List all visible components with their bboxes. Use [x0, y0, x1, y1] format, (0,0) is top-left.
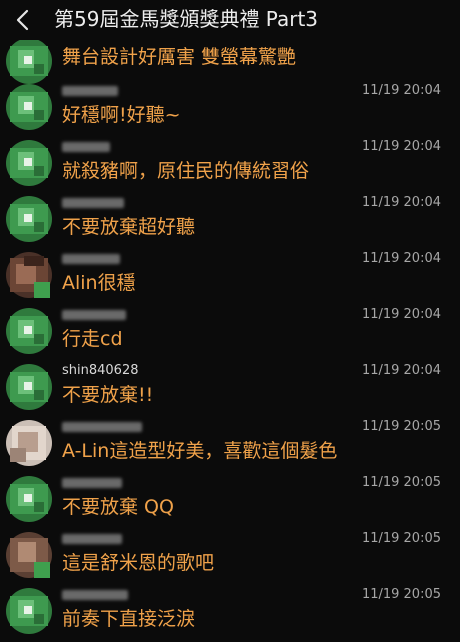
- message-item[interactable]: 11/19 20:04 好穩啊!好聽~: [0, 82, 460, 138]
- message-text: 就殺豬啊，原住民的傳統習俗: [62, 160, 310, 182]
- message-item[interactable]: 11/19 20:05 這是舒米恩的歌吧: [0, 530, 460, 586]
- chevron-left-icon: [16, 9, 29, 31]
- message-item[interactable]: 11/19 20:04 行走cd: [0, 306, 460, 362]
- message-text: 這是舒米恩的歌吧: [62, 552, 215, 574]
- header-bar: 第59屆金馬獎頒獎典禮 Part3: [0, 0, 460, 40]
- timestamp: 11/19 20:05: [361, 475, 441, 490]
- message-text: 不要放棄!!: [62, 384, 154, 406]
- avatar[interactable]: [4, 250, 54, 300]
- timestamp: 11/19 20:05: [361, 419, 441, 434]
- avatar[interactable]: [4, 194, 54, 244]
- username-blurred: [62, 198, 124, 208]
- timestamp: 11/19 20:04: [361, 307, 441, 322]
- message-item[interactable]: 11/19 20:04 Alin很穩: [0, 250, 460, 306]
- username-blurred: [62, 86, 118, 96]
- message-item[interactable]: 11/19 20:04 不要放棄超好聽: [0, 194, 460, 250]
- username: shin840628: [62, 363, 139, 378]
- username-blurred: [62, 534, 122, 544]
- avatar[interactable]: [4, 418, 54, 468]
- message-text: 好穩啊!好聽~: [62, 104, 181, 126]
- username-blurred: [62, 254, 120, 264]
- message-item[interactable]: 11/19 20:05 A-Lin這造型好美，喜歡這個髮色: [0, 418, 460, 474]
- timestamp: 11/19 20:04: [361, 363, 441, 378]
- message-text: 行走cd: [62, 328, 123, 350]
- message-item[interactable]: shin840628 11/19 20:04 不要放棄!!: [0, 362, 460, 418]
- avatar[interactable]: [4, 474, 54, 524]
- page-title: 第59屆金馬獎頒獎典禮 Part3: [54, 7, 319, 31]
- username-blurred: [62, 142, 110, 152]
- username-blurred: [62, 590, 128, 600]
- avatar[interactable]: [4, 362, 54, 412]
- timestamp: 11/19 20:04: [361, 195, 441, 210]
- username-blurred: [62, 478, 122, 488]
- timestamp: 11/19 20:04: [361, 83, 441, 98]
- message-list[interactable]: 舞台設計好厲害 雙螢幕驚艷 11/19 20:04 好穩啊!好聽~ 11/19 …: [0, 0, 460, 635]
- message-text: 舞台設計好厲害 雙螢幕驚艷: [62, 46, 297, 68]
- message-item[interactable]: 11/19 20:05 不要放棄 QQ: [0, 474, 460, 530]
- timestamp: 11/19 20:04: [361, 251, 441, 266]
- username-blurred: [62, 310, 126, 320]
- username-blurred: [62, 422, 142, 432]
- timestamp: 11/19 20:04: [361, 139, 441, 154]
- message-text: A-Lin這造型好美，喜歡這個髮色: [62, 440, 338, 462]
- message-text: 不要放棄 QQ: [62, 496, 174, 518]
- back-button[interactable]: [8, 4, 36, 36]
- message-text: 前奏下直接泛淚: [62, 608, 196, 630]
- avatar[interactable]: [4, 36, 54, 86]
- message-text: 不要放棄超好聽: [62, 216, 196, 238]
- timestamp: 11/19 20:05: [361, 531, 441, 546]
- avatar[interactable]: [4, 586, 54, 636]
- message-item[interactable]: 11/19 20:05 前奏下直接泛淚: [0, 586, 460, 642]
- avatar[interactable]: [4, 530, 54, 580]
- message-item[interactable]: 11/19 20:04 就殺豬啊，原住民的傳統習俗: [0, 138, 460, 194]
- timestamp: 11/19 20:05: [361, 587, 441, 602]
- avatar[interactable]: [4, 306, 54, 356]
- avatar[interactable]: [4, 138, 54, 188]
- message-text: Alin很穩: [62, 272, 136, 294]
- avatar[interactable]: [4, 82, 54, 132]
